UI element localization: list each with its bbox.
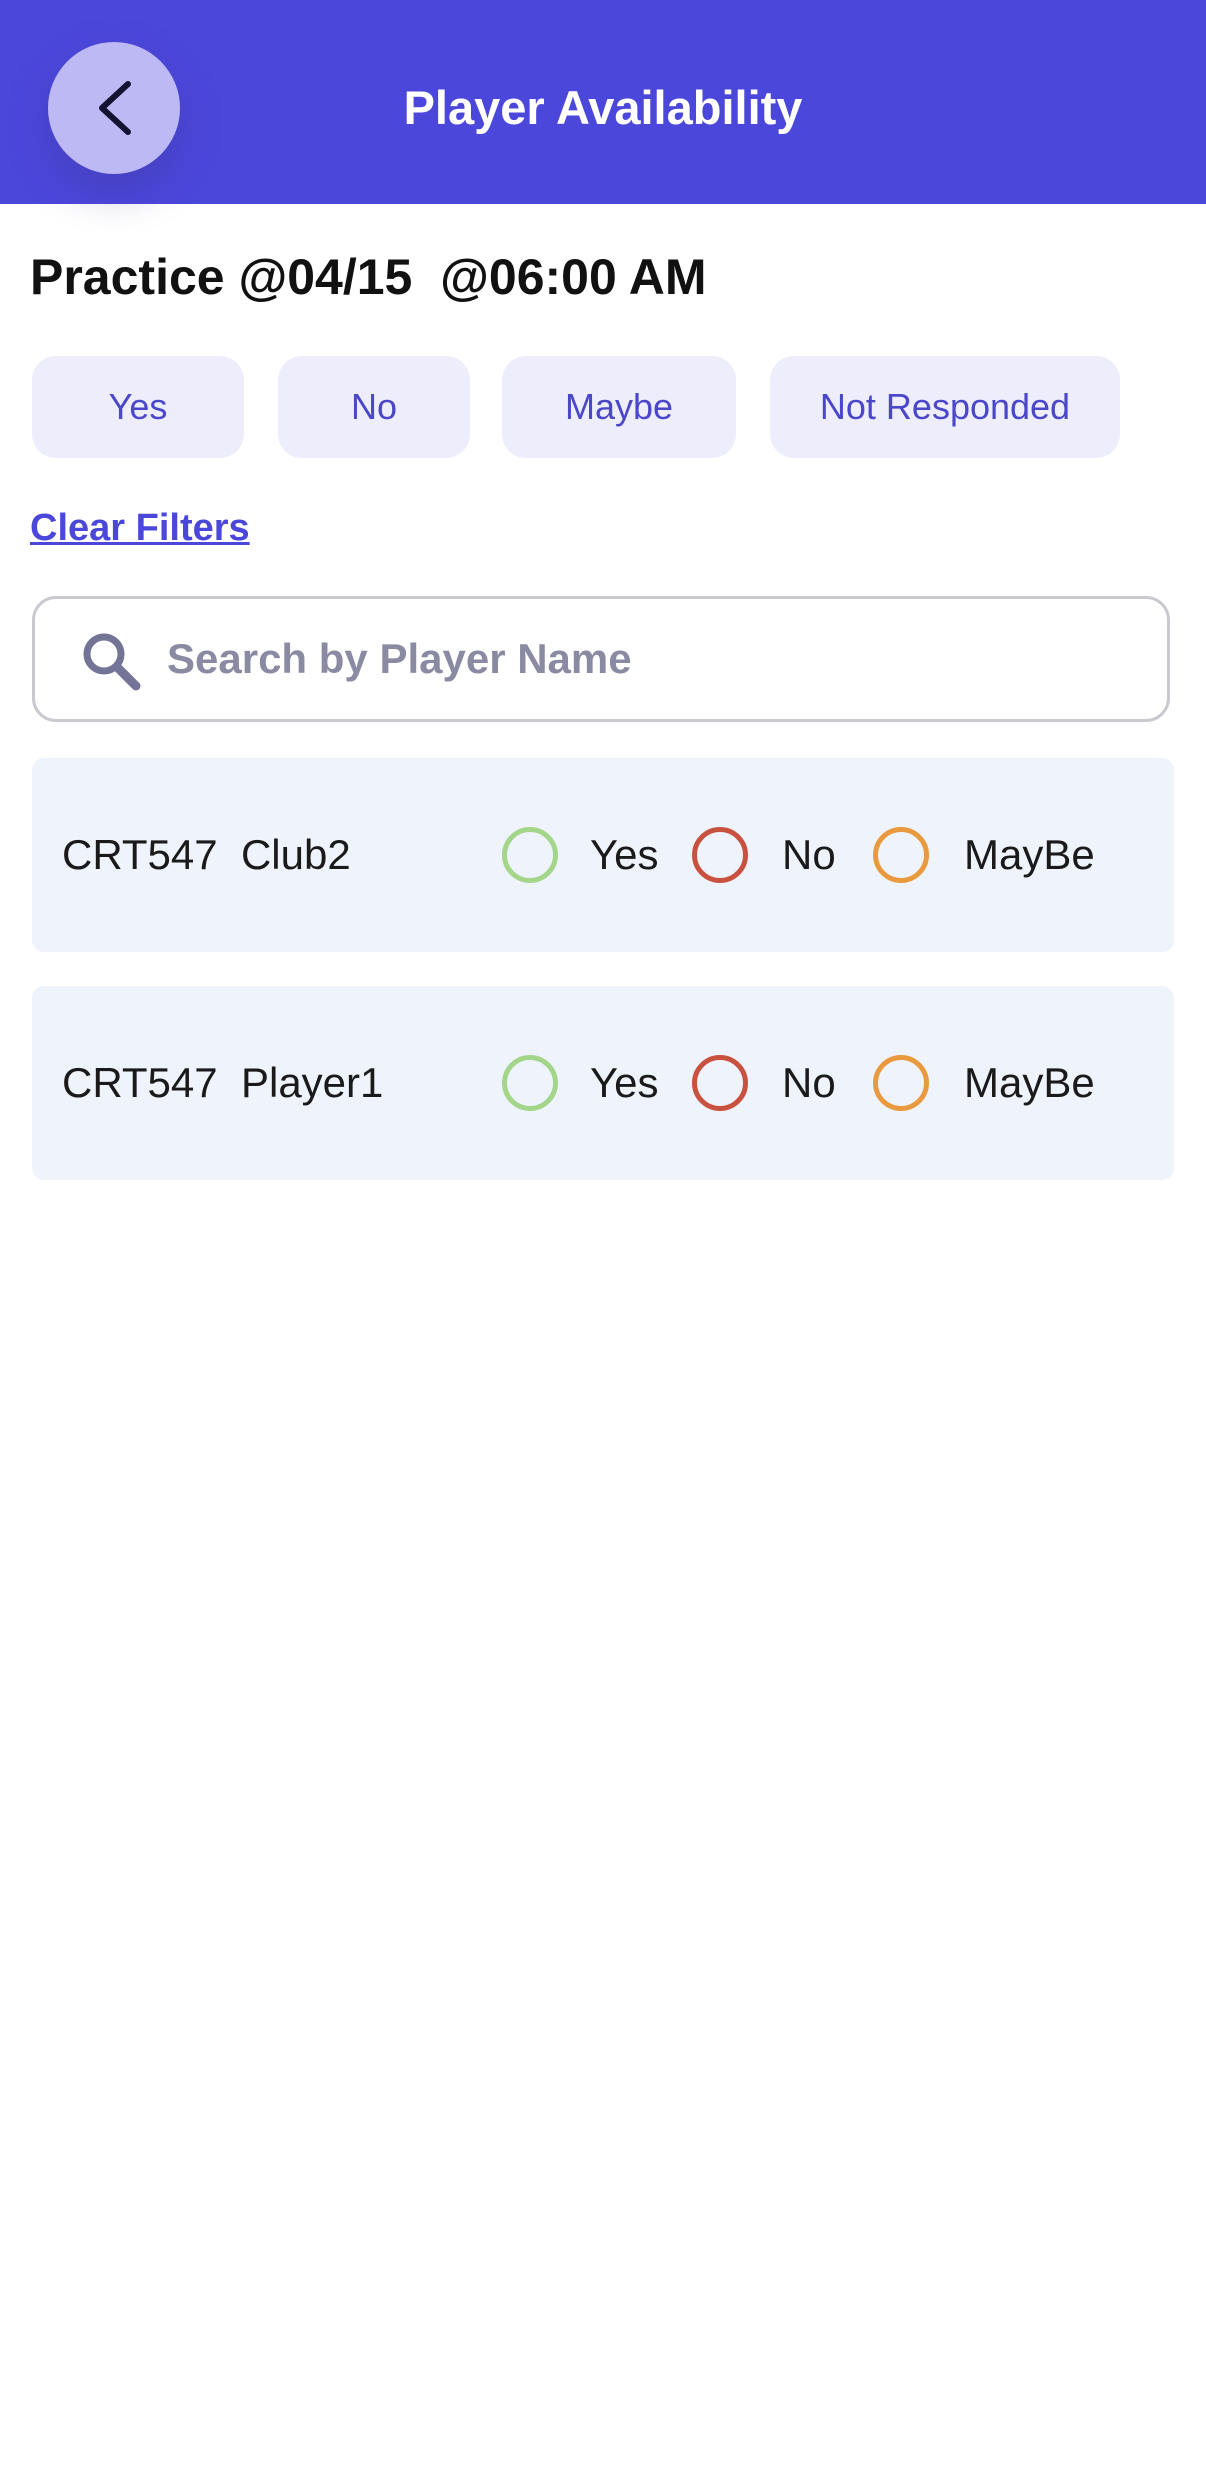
filter-chip-yes[interactable]: Yes: [32, 356, 244, 458]
player-name: CRT547 Club2: [62, 831, 351, 878]
radio-label-no[interactable]: No: [782, 758, 836, 952]
player-row: CRT547 Club2 Yes No MayBe: [32, 758, 1174, 952]
player-name: CRT547 Player1: [62, 1059, 384, 1106]
event-title: Practice @04/15 @06:00 AM: [30, 249, 707, 305]
header-title: Player Availability: [403, 81, 803, 134]
app-header: Player Availability: [0, 0, 1206, 204]
filter-chip-no[interactable]: No: [278, 356, 470, 458]
radio-label-maybe[interactable]: MayBe: [964, 986, 1095, 1180]
search-icon: [83, 633, 141, 691]
filter-chip-not-responded[interactable]: Not Responded: [770, 356, 1120, 458]
player-row: CRT547 Player1 Yes No MayBe: [32, 986, 1174, 1180]
radio-yes[interactable]: [502, 827, 558, 883]
radio-maybe[interactable]: [873, 1055, 929, 1111]
radio-label-yes[interactable]: Yes: [590, 986, 659, 1180]
search-input[interactable]: [167, 617, 1147, 701]
filter-chip-maybe[interactable]: Maybe: [502, 356, 736, 458]
radio-label-no[interactable]: No: [782, 986, 836, 1180]
search-box[interactable]: [32, 596, 1170, 722]
radio-label-yes[interactable]: Yes: [590, 758, 659, 952]
radio-no[interactable]: [692, 827, 748, 883]
radio-yes[interactable]: [502, 1055, 558, 1111]
radio-label-maybe[interactable]: MayBe: [964, 758, 1095, 952]
radio-maybe[interactable]: [873, 827, 929, 883]
player-availability-screen: Player Availability Practice @04/15 @06:…: [0, 0, 1206, 2478]
radio-no[interactable]: [692, 1055, 748, 1111]
clear-filters-link[interactable]: Clear Filters: [30, 502, 250, 554]
